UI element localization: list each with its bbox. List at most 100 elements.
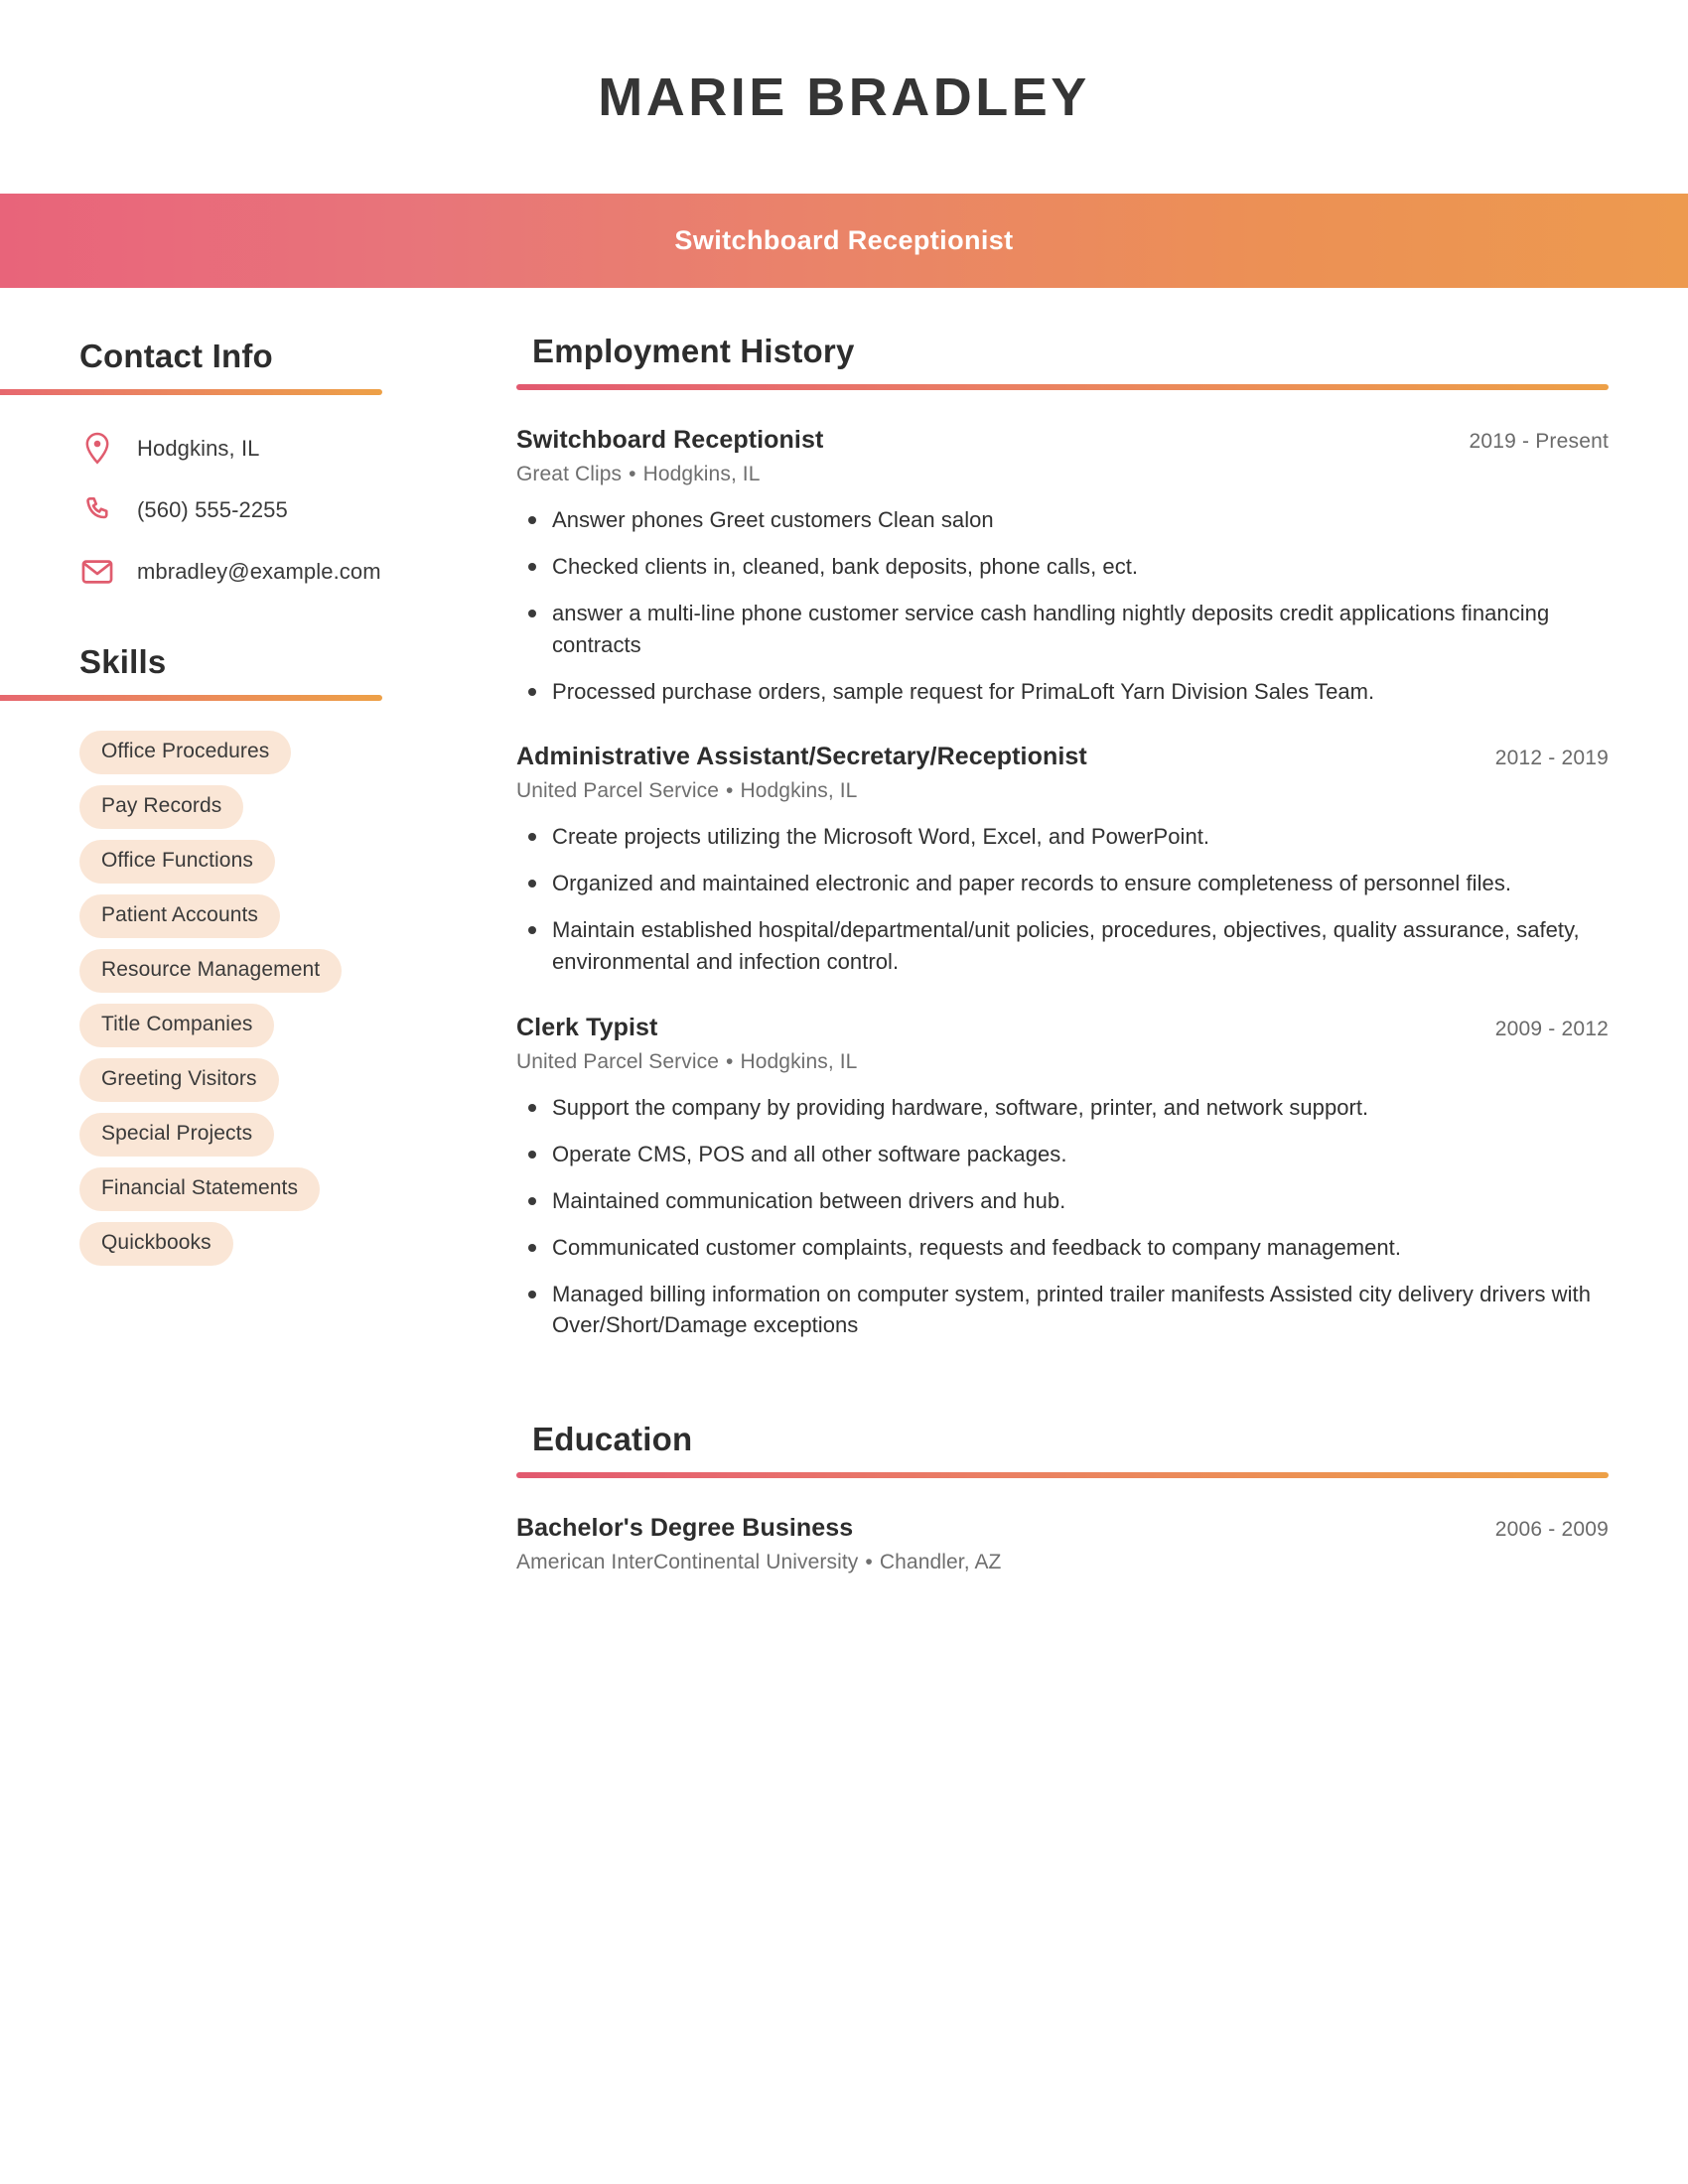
list-item: Operate CMS, POS and all other software … <box>516 1139 1609 1170</box>
page-title: MARIE BRADLEY <box>598 67 1090 127</box>
email-icon <box>79 559 115 585</box>
employment-entry-bullets: Answer phones Greet customers Clean salo… <box>516 504 1609 707</box>
education-entry: Bachelor's Degree Business 2006 - 2009 Ame… <box>516 1514 1609 1574</box>
skill-pill[interactable]: Special Projects <box>79 1113 275 1157</box>
skill-row: Pay Records <box>79 785 516 840</box>
skill-pill[interactable]: Office Functions <box>79 840 275 884</box>
skills-heading: Skills <box>79 643 167 680</box>
employment-entry-dates: 2012 - 2019 <box>1494 747 1609 770</box>
skill-pill[interactable]: Office Procedures <box>79 731 292 774</box>
employment-entry-bullets: Support the company by providing hardwar… <box>516 1092 1609 1341</box>
employment-entry-company: United Parcel Service <box>516 779 720 803</box>
employment-entry-location: Hodgkins, IL <box>740 1050 858 1074</box>
skill-row: Office Functions <box>79 840 516 894</box>
list-item: Organized and maintained electronic and … <box>516 868 1609 899</box>
list-item: Support the company by providing hardwar… <box>516 1092 1609 1124</box>
location-pin-icon <box>79 432 115 466</box>
list-item: Communicated customer complaints, reques… <box>516 1232 1609 1264</box>
skill-row: Resource Management <box>79 949 516 1004</box>
employment-entry-header: Clerk Typist 2009 - 2012 <box>516 1014 1609 1042</box>
skill-row: Financial Statements <box>79 1167 516 1222</box>
separator-bullet: • <box>865 1551 873 1574</box>
phone-icon <box>79 495 115 525</box>
employment-divider <box>516 384 1609 390</box>
list-item: Checked clients in, cleaned, bank deposi… <box>516 551 1609 583</box>
skills-heading-wrap: Skills <box>0 643 516 681</box>
contact-info-heading: Contact Info <box>79 338 273 374</box>
list-item: Create projects utilizing the Microsoft … <box>516 821 1609 853</box>
list-item: Maintain established hospital/department… <box>516 914 1609 978</box>
skill-pill[interactable]: Pay Records <box>79 785 244 829</box>
skill-row: Quickbooks <box>79 1222 516 1277</box>
education-divider <box>516 1472 1609 1479</box>
skill-list: Office Procedures Pay Records Office Funct… <box>0 731 516 1277</box>
contact-phone-text: (560) 555-2255 <box>137 497 288 522</box>
education-heading: Education <box>532 1421 693 1458</box>
employment-entry-company: United Parcel Service <box>516 1050 720 1074</box>
education-heading-wrap: Education <box>516 1421 1609 1458</box>
employment-entry: Switchboard Receptionist 2019 - Present Gr… <box>516 426 1609 707</box>
contact-list: Hodgkins, IL (560) 555-2255 mbradley@exa… <box>0 429 516 592</box>
employment-entry-header: Switchboard Receptionist 2019 - Present <box>516 426 1609 455</box>
skill-pill[interactable]: Patient Accounts <box>79 894 281 938</box>
resume-header: MARIE BRADLEY <box>0 0 1688 194</box>
employment-entry-bullets: Create projects utilizing the Microsoft … <box>516 821 1609 978</box>
education-entry-school-location: American InterContinental University • Cha… <box>516 1551 1609 1574</box>
skills-divider <box>0 695 382 701</box>
contact-heading-wrap: Contact Info <box>0 338 516 375</box>
employment-entry-company-location: United Parcel Service • Hodgkins, IL <box>516 1050 1609 1074</box>
employment-entry-list: Switchboard Receptionist 2019 - Present Gr… <box>516 426 1609 1341</box>
job-title-banner: Switchboard Receptionist <box>0 194 1688 288</box>
employment-entry-company-location: United Parcel Service • Hodgkins, IL <box>516 779 1609 803</box>
sidebar: Contact Info Hodgkins, IL (560) 555-2255… <box>0 288 516 1328</box>
employment-entry-title: Clerk Typist <box>516 1014 658 1042</box>
employment-entry-location: Hodgkins, IL <box>642 463 761 485</box>
skill-row: Greeting Visitors <box>79 1058 516 1113</box>
skill-row: Title Companies <box>79 1004 516 1058</box>
contact-info-section: Contact Info Hodgkins, IL (560) 555-2255… <box>0 338 516 592</box>
employment-history-heading: Employment History <box>532 333 855 369</box>
employment-entry: Clerk Typist 2009 - 2012 United Parcel Ser… <box>516 1014 1609 1341</box>
separator-bullet: • <box>726 1050 734 1074</box>
skill-pill[interactable]: Title Companies <box>79 1004 275 1047</box>
list-item: Answer phones Greet customers Clean salo… <box>516 504 1609 536</box>
skill-row: Patient Accounts <box>79 894 516 949</box>
skill-row: Special Projects <box>79 1113 516 1167</box>
employment-entry-title: Switchboard Receptionist <box>516 426 824 454</box>
skill-pill[interactable]: Financial Statements <box>79 1167 321 1211</box>
employment-entry-dates: 2009 - 2012 <box>1494 1018 1609 1041</box>
contact-location-text: Hodgkins, IL <box>137 436 260 461</box>
contact-item-email[interactable]: mbradley@example.com <box>79 552 516 592</box>
education-entry-header: Bachelor's Degree Business 2006 - 2009 <box>516 1514 1609 1543</box>
skills-section: Skills Office Procedures Pay Records Offic… <box>0 643 516 1277</box>
list-item: answer a multi-line phone customer servi… <box>516 598 1609 661</box>
contact-divider <box>0 389 382 395</box>
contact-item-location[interactable]: Hodgkins, IL <box>79 429 516 469</box>
skill-pill[interactable]: Resource Management <box>79 949 343 993</box>
employment-entry-header: Administrative Assistant/Secretary/Recep… <box>516 743 1609 771</box>
education-entry-degree: Bachelor's Degree Business <box>516 1514 854 1543</box>
contact-email-text: mbradley@example.com <box>137 559 381 584</box>
education-entry-dates: 2006 - 2009 <box>1494 1518 1609 1542</box>
separator-bullet: • <box>726 779 734 803</box>
main-column: Employment History Switchboard Reception… <box>516 288 1688 1584</box>
skill-pill[interactable]: Greeting Visitors <box>79 1058 279 1102</box>
employment-entry-company: Great Clips <box>516 463 623 485</box>
employment-entry-title: Administrative Assistant/Secretary/Recep… <box>516 743 1087 771</box>
employment-history-section: Employment History Switchboard Reception… <box>516 333 1609 1341</box>
separator-bullet: • <box>629 463 636 485</box>
education-entry-school: American InterContinental University <box>516 1551 859 1574</box>
employment-entry-dates: 2019 - Present <box>1469 430 1609 453</box>
list-item: Managed billing information on computer … <box>516 1279 1609 1342</box>
education-entry-location: Chandler, AZ <box>879 1551 1002 1574</box>
skill-row: Office Procedures <box>79 731 516 785</box>
list-item: Maintained communication between drivers… <box>516 1185 1609 1217</box>
contact-item-phone[interactable]: (560) 555-2255 <box>79 490 516 530</box>
job-title-text: Switchboard Receptionist <box>674 225 1014 255</box>
employment-heading-wrap: Employment History <box>516 333 1609 370</box>
employment-entry-location: Hodgkins, IL <box>740 779 858 803</box>
skill-pill[interactable]: Quickbooks <box>79 1222 233 1266</box>
education-section: Education Bachelor's Degree Business 2006… <box>516 1421 1609 1574</box>
education-entry-list: Bachelor's Degree Business 2006 - 2009 Ame… <box>516 1514 1609 1574</box>
resume-body: Contact Info Hodgkins, IL (560) 555-2255… <box>0 288 1688 1584</box>
